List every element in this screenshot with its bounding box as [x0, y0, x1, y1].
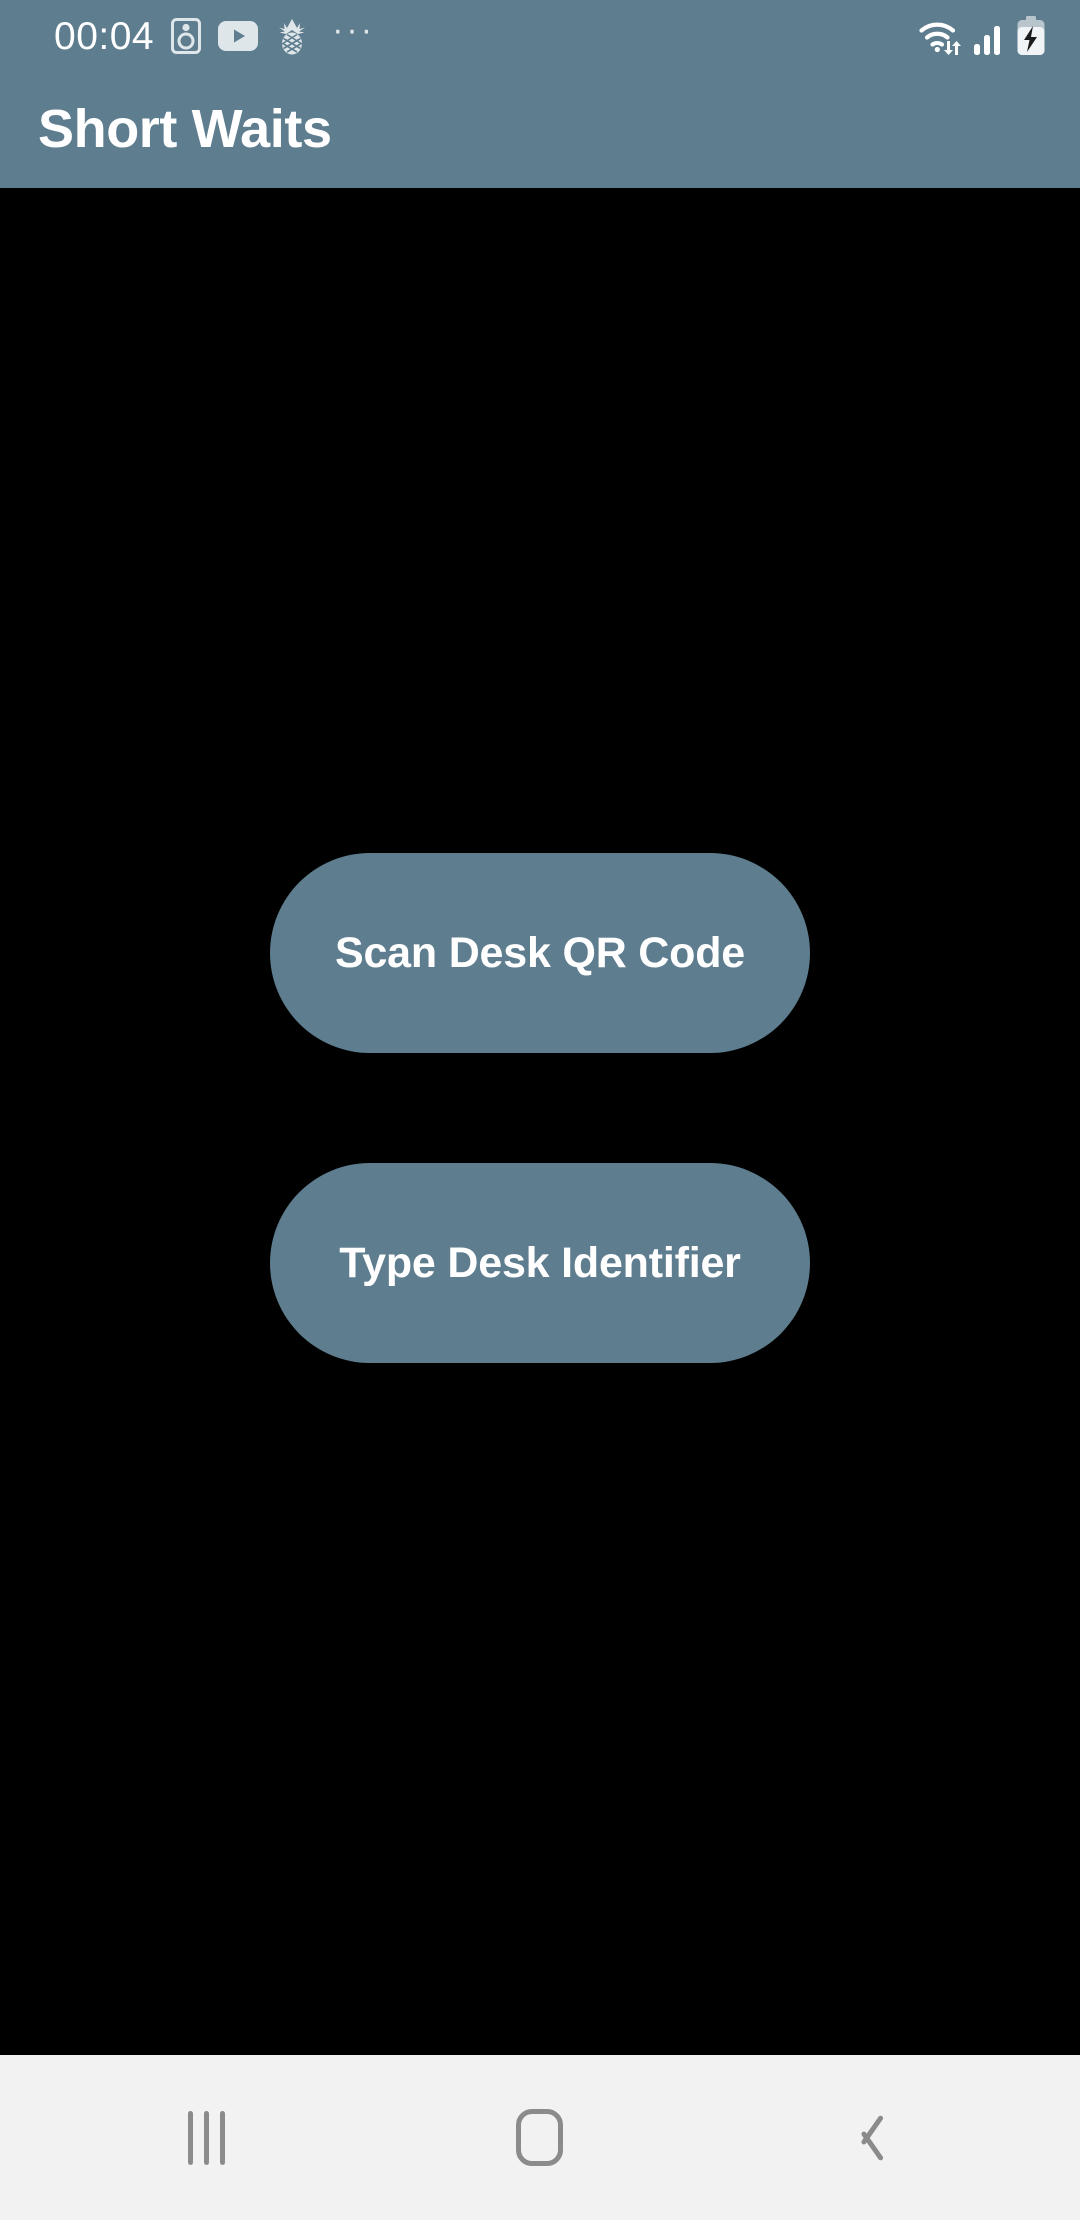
- pineapple-icon: [275, 17, 309, 55]
- page-title: Short Waits: [38, 99, 332, 159]
- more-notifications-icon: ···: [332, 11, 376, 49]
- wifi-icon: [918, 17, 964, 55]
- phone-screen: 00:04 ··· Short Waits Scan Desk QR Code …: [0, 0, 1080, 2220]
- app-bar: 00:04 ··· Short Waits: [0, 0, 1080, 188]
- status-bar: 00:04 ···: [0, 0, 1080, 72]
- battery-charging-icon: [1016, 16, 1046, 56]
- status-clock: 00:04: [54, 14, 155, 58]
- youtube-icon: [218, 21, 259, 51]
- status-bar-left: 00:04 ···: [54, 13, 375, 59]
- home-icon: [516, 2109, 564, 2166]
- main-content: Scan Desk QR Code Type Desk Identifier: [0, 188, 1080, 2055]
- title-row: Short Waits: [38, 90, 1080, 168]
- type-desk-identifier-button[interactable]: Type Desk Identifier: [270, 1163, 810, 1363]
- action-button-stack: Scan Desk QR Code Type Desk Identifier: [0, 853, 1080, 1363]
- status-bar-right: [918, 16, 1046, 56]
- nav-back-button[interactable]: [778, 2078, 968, 2198]
- speaker-icon: [171, 18, 202, 54]
- nav-recents-button[interactable]: [112, 2078, 302, 2198]
- system-navigation-bar: [0, 2055, 1080, 2220]
- cellular-signal-icon: [973, 17, 1007, 55]
- scan-desk-qr-code-button[interactable]: Scan Desk QR Code: [270, 853, 810, 1053]
- back-chevron-icon: [856, 2111, 890, 2165]
- recents-icon: [188, 2110, 226, 2165]
- nav-home-button[interactable]: [445, 2078, 635, 2198]
